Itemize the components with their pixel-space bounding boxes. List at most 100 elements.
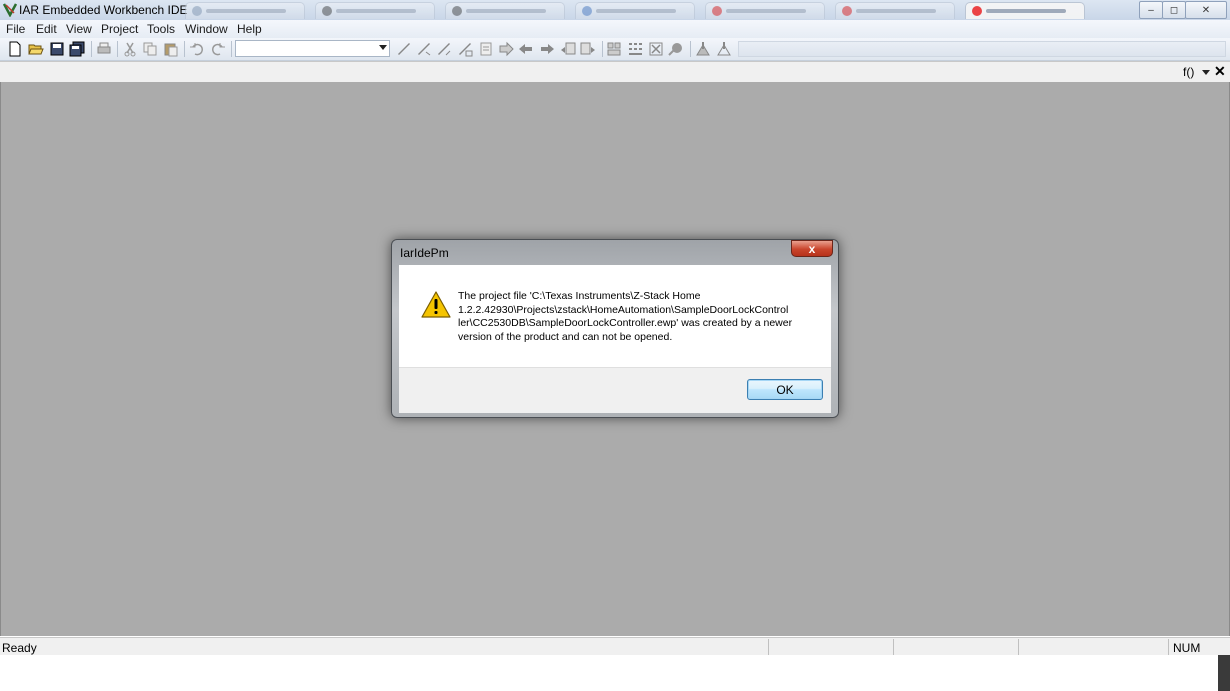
bookmark-next-icon bbox=[418, 43, 431, 56]
debug-button[interactable] bbox=[668, 41, 684, 57]
find-in-files-button[interactable] bbox=[457, 41, 473, 57]
iar-logo-icon bbox=[3, 3, 17, 17]
close-icon: x bbox=[808, 241, 816, 256]
close-window-button[interactable]: ✕ bbox=[1185, 1, 1227, 19]
find-in-files-icon bbox=[459, 43, 473, 57]
navigate-button[interactable] bbox=[498, 41, 514, 57]
find-combo-box[interactable] bbox=[235, 40, 390, 57]
menu-tools[interactable]: Tools bbox=[147, 22, 175, 36]
menu-bar: File Edit View Project Tools Window Help bbox=[0, 20, 1230, 38]
chevron-down-icon[interactable] bbox=[1202, 70, 1210, 75]
menu-help[interactable]: Help bbox=[237, 22, 262, 36]
toolbar-separator bbox=[91, 41, 92, 57]
save-all-icon bbox=[69, 41, 85, 57]
dialog-close-button[interactable]: x bbox=[791, 240, 833, 257]
toolbar-separator bbox=[690, 41, 691, 57]
build-stop-icon bbox=[607, 42, 621, 56]
download-debug-icon bbox=[696, 42, 710, 56]
navigate-back-button[interactable] bbox=[518, 41, 534, 57]
save-all-button[interactable] bbox=[69, 41, 85, 57]
document-icon bbox=[480, 42, 492, 56]
editor-header: f() ✕ bbox=[0, 61, 1230, 83]
background-browser-tab bbox=[445, 2, 565, 19]
save-button[interactable] bbox=[49, 41, 65, 57]
close-icon: ✕ bbox=[1201, 4, 1211, 16]
toolbar-separator bbox=[184, 41, 185, 57]
redo-button[interactable] bbox=[210, 41, 226, 57]
folder-open-icon bbox=[28, 44, 44, 55]
title-bar: IAR Embedded Workbench IDE – ◻ ✕ bbox=[0, 0, 1230, 21]
open-file-button[interactable] bbox=[28, 41, 44, 57]
make-button[interactable] bbox=[580, 41, 596, 57]
background-browser-tab bbox=[575, 2, 695, 19]
dialog-footer: OK bbox=[399, 367, 831, 413]
status-separator bbox=[893, 639, 894, 655]
status-separator bbox=[1168, 639, 1169, 655]
maximize-icon: ◻ bbox=[1169, 4, 1179, 16]
debug-without-download-button[interactable] bbox=[716, 41, 732, 57]
debug-no-download-icon bbox=[717, 42, 731, 56]
toolbar bbox=[0, 38, 1230, 61]
menu-window[interactable]: Window bbox=[185, 22, 228, 36]
dialog-body: The project file 'C:\Texas Instruments\Z… bbox=[399, 265, 831, 367]
toolbar-separator bbox=[231, 41, 232, 57]
background-browser-tab bbox=[185, 2, 305, 19]
window-title: IAR Embedded Workbench IDE bbox=[19, 3, 188, 17]
minimize-button[interactable]: – bbox=[1139, 1, 1163, 19]
background-browser-tab bbox=[705, 2, 825, 19]
toggle-breakpoint-button[interactable] bbox=[627, 41, 643, 57]
breakpoints-icon bbox=[629, 43, 642, 55]
background-browser-tab bbox=[835, 2, 955, 19]
warning-icon bbox=[421, 291, 451, 318]
menu-view[interactable]: View bbox=[66, 22, 92, 36]
function-navigator-button[interactable]: f() bbox=[1183, 65, 1194, 79]
minimize-icon: – bbox=[1148, 4, 1154, 16]
toolbar-separator bbox=[602, 41, 603, 57]
bottom-area bbox=[0, 655, 1230, 691]
arrow-right-icon bbox=[499, 41, 514, 57]
paste-button[interactable] bbox=[163, 41, 179, 57]
bookmark-prev-icon bbox=[438, 43, 451, 56]
new-file-button[interactable] bbox=[7, 41, 23, 57]
undo-button[interactable] bbox=[189, 41, 205, 57]
background-browser-tab bbox=[965, 2, 1085, 19]
status-text: Ready bbox=[2, 641, 37, 655]
close-editor-button[interactable]: ✕ bbox=[1214, 63, 1226, 80]
debug-icon bbox=[668, 43, 682, 56]
new-file-icon bbox=[9, 41, 21, 57]
make-icon bbox=[580, 42, 595, 55]
num-lock-indicator: NUM bbox=[1173, 641, 1201, 655]
copy-icon bbox=[143, 42, 157, 56]
clear-breakpoints-button[interactable] bbox=[648, 41, 664, 57]
bookmark-icon bbox=[398, 43, 410, 55]
toolbar-empty-area bbox=[738, 41, 1226, 57]
next-bookmark-button[interactable] bbox=[416, 41, 432, 57]
breakpoint-remove-icon bbox=[649, 42, 663, 56]
resize-grip[interactable] bbox=[1218, 655, 1230, 691]
print-icon bbox=[97, 42, 111, 54]
go-to-line-button[interactable] bbox=[478, 41, 494, 57]
cut-button[interactable] bbox=[122, 41, 138, 57]
maximize-button[interactable]: ◻ bbox=[1162, 1, 1186, 19]
print-button[interactable] bbox=[96, 41, 112, 57]
ok-button[interactable]: OK bbox=[747, 379, 823, 400]
error-dialog: IarIdePm x The project file 'C:\Texas In… bbox=[391, 239, 839, 418]
toolbar-separator bbox=[117, 41, 118, 57]
download-and-debug-button[interactable] bbox=[695, 41, 711, 57]
prev-bookmark-button[interactable] bbox=[436, 41, 452, 57]
compile-button[interactable] bbox=[560, 41, 576, 57]
stop-build-button[interactable] bbox=[606, 41, 622, 57]
status-bar: Ready NUM bbox=[0, 637, 1230, 656]
toggle-bookmark-button[interactable] bbox=[396, 41, 412, 57]
menu-edit[interactable]: Edit bbox=[36, 22, 57, 36]
save-icon bbox=[50, 42, 64, 56]
compile-icon bbox=[561, 42, 576, 55]
navigate-forward-button[interactable] bbox=[539, 41, 555, 57]
status-separator bbox=[768, 639, 769, 655]
menu-project[interactable]: Project bbox=[101, 22, 138, 36]
arrow-left-icon bbox=[519, 44, 532, 54]
arrow-right-icon bbox=[541, 44, 554, 54]
status-separator bbox=[1018, 639, 1019, 655]
copy-button[interactable] bbox=[142, 41, 158, 57]
menu-file[interactable]: File bbox=[6, 22, 25, 36]
